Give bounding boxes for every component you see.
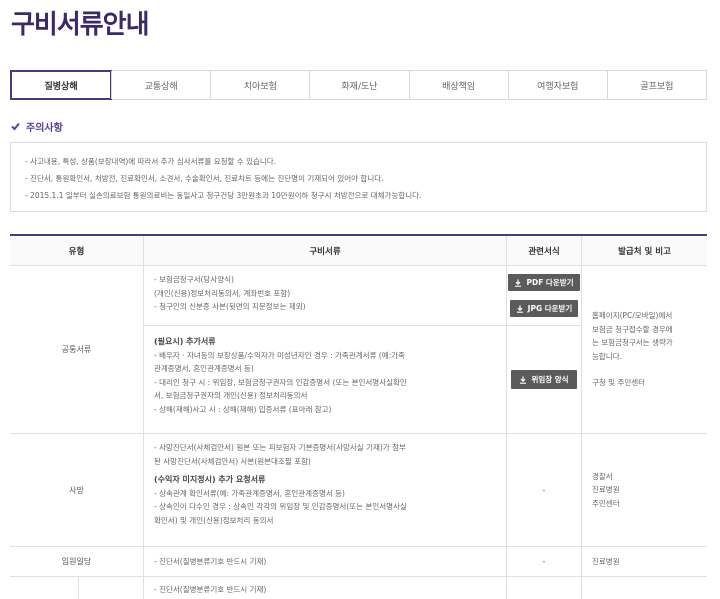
doc-line: 관계증명서, 혼인관계증명서 등) xyxy=(154,364,254,373)
remark-line xyxy=(582,363,707,376)
remark-line: 주민센터 xyxy=(592,498,620,508)
table-row: 공통서류 - 보험금청구서(당사양식) (개인(신용)정보처리동의서, 계좌번호… xyxy=(10,266,707,434)
table-row: - 진단서(질병분류기호 반드시 기재) xyxy=(10,577,707,599)
doc-line: 된 사망진단서(사체검안서) 사본(원본대조필 포함) xyxy=(154,456,311,466)
row-forms: - xyxy=(506,434,581,546)
row-documents: - 사망진단서(사체검안서) 원본 또는 피보험자 기본증명서(사망사실 기재)… xyxy=(143,434,506,546)
row-type: 공통서류 xyxy=(61,345,92,354)
doc-line: - 사망진단서(사체검안서) 원본 또는 피보험자 기본증명서(사망사실 기재)… xyxy=(154,443,406,452)
remark-line: 진료병원 xyxy=(592,556,620,566)
doc-line: - 배우자 · 자녀등의 보장상품/수익자가 미성년자인 경우 : 가족관계서류… xyxy=(154,350,405,360)
notice-line: - 2015.1.1 일부터 실손의료보험 통원의료비는 동일사고 청구건당 3… xyxy=(25,191,422,200)
doc-line: 서, 보험금청구권자의 개인(신용) 정보처리동의서 xyxy=(154,391,308,400)
remark-line: 구청 및 주민센터 xyxy=(592,378,646,388)
page-title: 구비서류안내 xyxy=(11,10,150,40)
remark-line: 능합니다. xyxy=(592,351,622,361)
proxy-form-label: 위임장 양식 xyxy=(531,375,569,384)
doc-line: - 진단서(질병분류기호 반드시 기재) xyxy=(154,556,267,566)
row-forms: PDF 다운받기 JPG 다운받기 위임장 양식 xyxy=(506,266,581,433)
row-forms: - xyxy=(506,547,581,576)
tab-dental[interactable]: 치아보험 xyxy=(210,71,309,99)
row-type xyxy=(10,577,143,599)
pdf-download-label: PDF 다운받기 xyxy=(526,278,574,287)
notice-heading: 주의사항 xyxy=(11,119,63,134)
tab-travel[interactable]: 여행자보험 xyxy=(507,71,607,99)
row-forms xyxy=(506,577,581,599)
header-forms: 관련서식 xyxy=(506,236,581,265)
table-row: 사망 - 사망진단서(사체검안서) 원본 또는 피보험자 기본증명서(사망사실 … xyxy=(10,434,707,547)
notice-line: - 사고내용, 특성, 상품(보장내역)에 따라서 추가 심사서류를 요청할 수… xyxy=(25,157,277,166)
jpg-download-button[interactable]: JPG 다운받기 xyxy=(509,300,579,317)
doc-line: - 진단서(질병분류기호 반드시 기재) xyxy=(154,585,267,594)
tab-golf[interactable]: 골프보험 xyxy=(606,71,706,99)
remark-line: 진료병원 xyxy=(592,485,620,495)
doc-line: 확인서) 및 개인(신용)정보처리 동의서 xyxy=(154,515,274,525)
doc-line: - 상속관계 확인서류(예: 가족관계증명서, 혼인관계증명서 등) xyxy=(154,488,345,498)
row-remarks xyxy=(581,577,707,599)
header-remarks: 발급처 및 비고 xyxy=(581,236,707,265)
row-type: 사망 xyxy=(69,485,84,495)
table-row: 입원일당 - 진단서(질병분류기호 반드시 기재) - 진료병원 xyxy=(10,547,707,577)
check-icon xyxy=(11,122,20,131)
doc-line: - 보험금청구서(당사양식) xyxy=(154,275,234,284)
header-type: 유형 xyxy=(10,236,143,265)
remark-line: 경찰서 xyxy=(592,471,613,481)
header-documents: 구비서류 xyxy=(143,236,506,265)
row-remarks: 진료병원 xyxy=(581,547,707,576)
doc-line: - 대리인 청구 시 : 위임장, 보험금청구권자의 인감증명서 (또는 본인서… xyxy=(154,377,407,387)
pdf-download-button[interactable]: PDF 다운받기 xyxy=(508,274,580,291)
tab-fire-theft[interactable]: 화재/도난 xyxy=(309,71,408,99)
tab-traffic-injury[interactable]: 교통상해 xyxy=(111,71,210,99)
doc-line: - 상해(재해)사고 시 : 상해(재해) 입증서류 (표아래 참고) xyxy=(154,404,332,414)
tab-liability[interactable]: 배상책임 xyxy=(408,71,508,99)
download-icon xyxy=(516,305,524,313)
doc-line: - 상속인이 다수인 경우 : 상속인 각각의 위임장 및 인감증명서(또는 본… xyxy=(154,502,407,511)
row-documents: - 진단서(질병분류기호 반드시 기재) xyxy=(143,577,506,599)
notice-box: - 사고내용, 특성, 상품(보장내역)에 따라서 추가 심사서류를 요청할 수… xyxy=(10,142,707,212)
notice-title: 주의사항 xyxy=(26,123,63,134)
download-icon xyxy=(514,279,522,287)
row-documents: - 진단서(질병분류기호 반드시 기재) xyxy=(143,547,506,576)
table-header-row: 유형 구비서류 관련서식 발급처 및 비고 xyxy=(10,236,707,266)
remark-line: 홈페이지(PC/모바일)에서 xyxy=(592,311,673,321)
remark-line: 보험금 청구접수할 경우에 xyxy=(592,324,673,334)
row-remarks: 홈페이지(PC/모바일)에서 보험금 청구접수할 경우에 는 보험금청구서는 생… xyxy=(581,266,707,433)
tab-illness-injury[interactable]: 질병상해 xyxy=(10,70,113,100)
row-remarks: 경찰서 진료병원 주민센터 xyxy=(581,434,707,546)
category-tabs: 질병상해 교통상해 치아보험 화재/도난 배상책임 여행자보험 골프보험 xyxy=(10,70,707,100)
doc-subheading: (필요시) 추가서류 xyxy=(154,337,216,346)
doc-line: - 청구인의 신분증 사본(뒷면의 지문정보는 제외) xyxy=(154,302,306,311)
proxy-form-download-button[interactable]: 위임장 양식 xyxy=(511,370,577,389)
doc-line: (개인(신용)정보처리동의서, 계좌번호 포함) xyxy=(154,288,291,298)
doc-subheading: (수익자 미지정시) 추가 요청서류 xyxy=(154,475,266,484)
documents-table: 유형 구비서류 관련서식 발급처 및 비고 공통서류 - 보험금청구서(당사양식… xyxy=(10,234,707,599)
jpg-download-label: JPG 다운받기 xyxy=(527,304,573,313)
remark-line: 는 보험금청구서는 생략가 xyxy=(592,338,673,348)
notice-line: - 진단서, 통원확인서, 처방전, 진료확인서, 소견서, 수술확인서, 진료… xyxy=(25,174,384,183)
download-icon xyxy=(519,376,527,384)
row-documents: - 보험금청구서(당사양식) (개인(신용)정보처리동의서, 계좌번호 포함) … xyxy=(143,266,506,433)
row-type: 입원일당 xyxy=(61,557,92,566)
